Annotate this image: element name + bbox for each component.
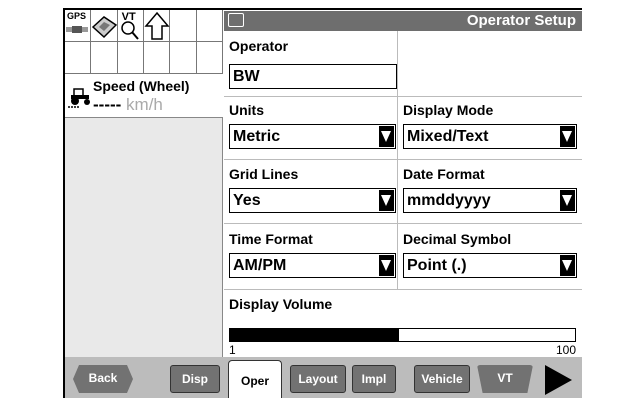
date-format-cell: Date Format mmddyyyy [398,160,582,224]
operator-field[interactable]: BW [229,64,397,89]
tab-impl[interactable]: Impl [352,365,396,393]
units-label: Units [229,102,264,118]
empty-slot [170,10,197,42]
dropdown-arrow-icon[interactable] [379,190,394,211]
grid-lines-dropdown[interactable]: Yes [229,188,396,213]
units-cell: Units Metric [224,97,398,160]
dropdown-arrow-icon[interactable] [560,126,575,147]
units-dropdown[interactable]: Metric [229,124,396,149]
operator-setup-panel: Operator Setup Operator BW Units Metric … [224,10,582,357]
title-bar: Operator Setup [224,11,582,31]
grid-lines-cell: Grid Lines Yes [224,160,398,224]
decimal-symbol-dropdown[interactable]: Point (.) [403,253,577,278]
speed-value-line: ----- km/h [93,95,163,115]
time-format-value: AM/PM [233,257,287,274]
operator-cell: Operator BW [224,31,398,97]
units-value: Metric [233,128,281,145]
empty-slot [196,10,223,42]
display-frame: GPS VT Speed (Wheel) ----- km/h Operator… [63,8,582,398]
bottom-tab-bar: Back Disp Oper Layout Impl Vehicle VT [65,357,582,398]
speed-title: Speed (Wheel) [93,78,190,94]
decimal-symbol-label: Decimal Symbol [403,231,512,247]
screen-icon [228,13,244,27]
volume-min-label: 1 [229,343,236,357]
empty-slot [65,42,92,74]
display-mode-value: Mixed/Text [407,128,489,145]
operator-value: BW [233,68,260,85]
tab-oper[interactable]: Oper [228,360,282,398]
empty-slot [91,42,118,74]
dropdown-arrow-icon[interactable] [560,255,575,276]
arrow-up-shape-icon [144,11,170,40]
time-format-cell: Time Format AM/PM [224,224,398,290]
empty-slot [170,42,197,74]
gps-icon[interactable]: GPS [65,10,92,42]
volume-max-label: 100 [555,343,576,357]
page-title: Operator Setup [466,12,576,29]
empty-slot [144,42,171,74]
speed-unit: km/h [126,95,163,114]
tab-layout[interactable]: Layout [290,365,346,393]
display-volume-label: Display Volume [229,296,333,312]
display-volume-fill [230,329,400,341]
decimal-symbol-value: Point (.) [407,257,467,274]
grid-lines-label: Grid Lines [229,166,299,182]
up-arrow-icon[interactable] [144,10,171,42]
display-volume-slider[interactable] [229,328,576,342]
dropdown-arrow-icon[interactable] [379,255,394,276]
date-format-dropdown[interactable]: mmddyyyy [403,188,577,213]
speed-readout[interactable]: Speed (Wheel) ----- km/h [65,74,223,118]
tab-vt[interactable]: VT [477,365,533,393]
tab-vehicle[interactable]: Vehicle [414,365,470,393]
empty-slot [117,42,144,74]
empty-slot [196,42,223,74]
time-format-label: Time Format [229,231,313,247]
vt-search-icon[interactable]: VT [117,10,144,42]
date-format-value: mmddyyyy [407,192,491,209]
next-page-icon[interactable] [545,365,572,395]
date-format-label: Date Format [403,166,485,182]
field-map-icon[interactable] [91,10,118,42]
display-mode-dropdown[interactable]: Mixed/Text [403,124,577,149]
left-panel: GPS VT Speed (Wheel) ----- km/h [65,10,223,357]
tab-disp[interactable]: Disp [170,365,220,393]
shortcut-icon-grid: GPS VT [65,10,223,74]
back-button[interactable]: Back [73,365,133,393]
display-mode-cell: Display Mode Mixed/Text [398,97,582,160]
operator-label: Operator [229,38,289,54]
empty-cell [398,31,582,97]
dropdown-arrow-icon[interactable] [379,126,394,147]
time-format-dropdown[interactable]: AM/PM [229,253,396,278]
magnifier-icon [120,21,139,40]
field-map-shape-icon [92,16,118,39]
display-mode-label: Display Mode [403,102,494,118]
decimal-symbol-cell: Decimal Symbol Point (.) [398,224,582,290]
dropdown-arrow-icon[interactable] [560,190,575,211]
satellite-icon [66,26,88,33]
speed-value: ----- [93,95,122,114]
tractor-icon [68,88,90,108]
grid-lines-value: Yes [233,192,261,209]
